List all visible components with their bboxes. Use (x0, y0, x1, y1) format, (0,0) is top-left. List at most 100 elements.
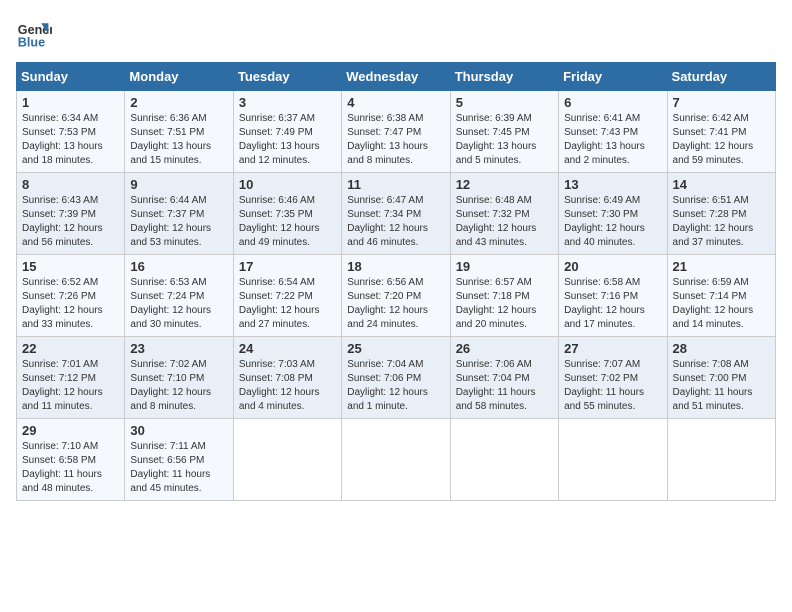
day-number: 17 (239, 259, 336, 274)
cell-details: Sunrise: 6:37 AMSunset: 7:49 PMDaylight:… (239, 112, 336, 168)
calendar-cell: 4 Sunrise: 6:38 AMSunset: 7:47 PMDaylight… (342, 91, 450, 173)
cell-details: Sunrise: 7:02 AMSunset: 7:10 PMDaylight:… (130, 358, 227, 414)
logo-icon: General Blue (16, 16, 52, 52)
cell-details: Sunrise: 7:01 AMSunset: 7:12 PMDaylight:… (22, 358, 119, 414)
calendar-cell: 9 Sunrise: 6:44 AMSunset: 7:37 PMDaylight… (125, 173, 233, 255)
logo: General Blue (16, 16, 56, 52)
day-number: 11 (347, 177, 444, 192)
cell-details: Sunrise: 6:34 AMSunset: 7:53 PMDaylight:… (22, 112, 119, 168)
calendar-cell: 17 Sunrise: 6:54 AMSunset: 7:22 PMDayligh… (233, 255, 341, 337)
week-row-3: 22 Sunrise: 7:01 AMSunset: 7:12 PMDayligh… (17, 337, 776, 419)
cell-details: Sunrise: 7:04 AMSunset: 7:06 PMDaylight:… (347, 358, 444, 414)
day-number: 27 (564, 341, 661, 356)
calendar-cell: 6 Sunrise: 6:41 AMSunset: 7:43 PMDaylight… (559, 91, 667, 173)
calendar-cell (450, 419, 558, 501)
header-thursday: Thursday (450, 63, 558, 91)
day-number: 6 (564, 95, 661, 110)
calendar-cell: 3 Sunrise: 6:37 AMSunset: 7:49 PMDaylight… (233, 91, 341, 173)
calendar-cell: 15 Sunrise: 6:52 AMSunset: 7:26 PMDayligh… (17, 255, 125, 337)
cell-details: Sunrise: 6:43 AMSunset: 7:39 PMDaylight:… (22, 194, 119, 250)
day-number: 5 (456, 95, 553, 110)
calendar-cell (667, 419, 775, 501)
calendar-cell: 19 Sunrise: 6:57 AMSunset: 7:18 PMDayligh… (450, 255, 558, 337)
cell-details: Sunrise: 6:56 AMSunset: 7:20 PMDaylight:… (347, 276, 444, 332)
day-number: 20 (564, 259, 661, 274)
calendar-cell: 18 Sunrise: 6:56 AMSunset: 7:20 PMDayligh… (342, 255, 450, 337)
cell-details: Sunrise: 6:59 AMSunset: 7:14 PMDaylight:… (673, 276, 770, 332)
cell-details: Sunrise: 7:07 AMSunset: 7:02 PMDaylight:… (564, 358, 661, 414)
calendar-cell: 7 Sunrise: 6:42 AMSunset: 7:41 PMDaylight… (667, 91, 775, 173)
day-number: 3 (239, 95, 336, 110)
calendar-cell: 16 Sunrise: 6:53 AMSunset: 7:24 PMDayligh… (125, 255, 233, 337)
day-number: 30 (130, 423, 227, 438)
cell-details: Sunrise: 7:06 AMSunset: 7:04 PMDaylight:… (456, 358, 553, 414)
day-number: 18 (347, 259, 444, 274)
calendar-cell (233, 419, 341, 501)
calendar-cell: 22 Sunrise: 7:01 AMSunset: 7:12 PMDayligh… (17, 337, 125, 419)
day-number: 15 (22, 259, 119, 274)
day-number: 7 (673, 95, 770, 110)
cell-details: Sunrise: 6:58 AMSunset: 7:16 PMDaylight:… (564, 276, 661, 332)
cell-details: Sunrise: 7:11 AMSunset: 6:56 PMDaylight:… (130, 440, 227, 496)
calendar-cell: 12Sunrise: 6:48 AMSunset: 7:32 PMDayligh… (450, 173, 558, 255)
calendar-cell: 23 Sunrise: 7:02 AMSunset: 7:10 PMDayligh… (125, 337, 233, 419)
cell-details: Sunrise: 7:03 AMSunset: 7:08 PMDaylight:… (239, 358, 336, 414)
cell-details: Sunrise: 6:36 AMSunset: 7:51 PMDaylight:… (130, 112, 227, 168)
day-number: 28 (673, 341, 770, 356)
day-number: 8 (22, 177, 119, 192)
day-number: 1 (22, 95, 119, 110)
cell-details: Sunrise: 6:41 AMSunset: 7:43 PMDaylight:… (564, 112, 661, 168)
calendar-cell: 5Sunrise: 6:39 AMSunset: 7:45 PMDaylight… (450, 91, 558, 173)
page-header: General Blue (16, 16, 776, 52)
week-row-1: 8 Sunrise: 6:43 AMSunset: 7:39 PMDaylight… (17, 173, 776, 255)
day-number: 9 (130, 177, 227, 192)
day-number: 21 (673, 259, 770, 274)
cell-details: Sunrise: 6:38 AMSunset: 7:47 PMDaylight:… (347, 112, 444, 168)
calendar-cell: 13 Sunrise: 6:49 AMSunset: 7:30 PMDayligh… (559, 173, 667, 255)
day-number: 26 (456, 341, 553, 356)
cell-details: Sunrise: 6:44 AMSunset: 7:37 PMDaylight:… (130, 194, 227, 250)
day-number: 25 (347, 341, 444, 356)
day-number: 22 (22, 341, 119, 356)
header-monday: Monday (125, 63, 233, 91)
day-number: 24 (239, 341, 336, 356)
day-number: 23 (130, 341, 227, 356)
calendar-cell: 1 Sunrise: 6:34 AMSunset: 7:53 PMDaylight… (17, 91, 125, 173)
calendar-cell: 2 Sunrise: 6:36 AMSunset: 7:51 PMDaylight… (125, 91, 233, 173)
day-number: 2 (130, 95, 227, 110)
calendar-cell: 8 Sunrise: 6:43 AMSunset: 7:39 PMDaylight… (17, 173, 125, 255)
cell-details: Sunrise: 6:51 AMSunset: 7:28 PMDaylight:… (673, 194, 770, 250)
header-wednesday: Wednesday (342, 63, 450, 91)
header-saturday: Saturday (667, 63, 775, 91)
calendar-cell: 27 Sunrise: 7:07 AMSunset: 7:02 PMDayligh… (559, 337, 667, 419)
calendar-cell: 30 Sunrise: 7:11 AMSunset: 6:56 PMDayligh… (125, 419, 233, 501)
day-number: 4 (347, 95, 444, 110)
cell-details: Sunrise: 6:53 AMSunset: 7:24 PMDaylight:… (130, 276, 227, 332)
week-row-0: 1 Sunrise: 6:34 AMSunset: 7:53 PMDaylight… (17, 91, 776, 173)
day-number: 19 (456, 259, 553, 274)
calendar-cell: 11 Sunrise: 6:47 AMSunset: 7:34 PMDayligh… (342, 173, 450, 255)
header-sunday: Sunday (17, 63, 125, 91)
day-number: 13 (564, 177, 661, 192)
calendar-cell: 21 Sunrise: 6:59 AMSunset: 7:14 PMDayligh… (667, 255, 775, 337)
calendar-cell: 20 Sunrise: 6:58 AMSunset: 7:16 PMDayligh… (559, 255, 667, 337)
week-row-4: 29Sunrise: 7:10 AMSunset: 6:58 PMDayligh… (17, 419, 776, 501)
calendar-cell: 26 Sunrise: 7:06 AMSunset: 7:04 PMDayligh… (450, 337, 558, 419)
header-row: SundayMondayTuesdayWednesdayThursdayFrid… (17, 63, 776, 91)
day-number: 29 (22, 423, 119, 438)
header-friday: Friday (559, 63, 667, 91)
day-number: 16 (130, 259, 227, 274)
day-number: 10 (239, 177, 336, 192)
cell-details: Sunrise: 6:57 AMSunset: 7:18 PMDaylight:… (456, 276, 553, 332)
cell-details: Sunrise: 6:52 AMSunset: 7:26 PMDaylight:… (22, 276, 119, 332)
calendar-cell: 24 Sunrise: 7:03 AMSunset: 7:08 PMDayligh… (233, 337, 341, 419)
cell-details: Sunrise: 6:42 AMSunset: 7:41 PMDaylight:… (673, 112, 770, 168)
cell-details: Sunrise: 6:49 AMSunset: 7:30 PMDaylight:… (564, 194, 661, 250)
cell-details: Sunrise: 6:46 AMSunset: 7:35 PMDaylight:… (239, 194, 336, 250)
cell-details: Sunrise: 6:47 AMSunset: 7:34 PMDaylight:… (347, 194, 444, 250)
cell-details: Sunrise: 6:54 AMSunset: 7:22 PMDaylight:… (239, 276, 336, 332)
calendar-cell: 25 Sunrise: 7:04 AMSunset: 7:06 PMDayligh… (342, 337, 450, 419)
cell-details: Sunrise: 7:08 AMSunset: 7:00 PMDaylight:… (673, 358, 770, 414)
day-number: 12 (456, 177, 553, 192)
calendar-cell (342, 419, 450, 501)
